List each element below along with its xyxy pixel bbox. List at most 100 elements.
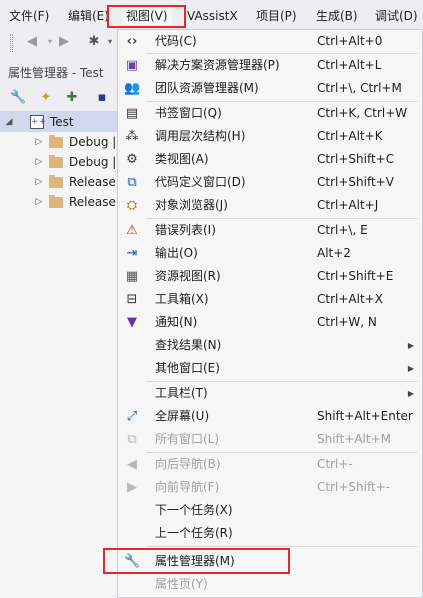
menu-item-code-definition[interactable]: ⧉ 代码定义窗口(D) Ctrl+Shift+V — [118, 171, 422, 194]
all-windows-icon: ⧉ — [127, 432, 137, 447]
menu-item-label: 查找结果(N) — [155, 338, 222, 352]
menu-item-toolbars[interactable]: 工具栏(T) ▶ — [118, 382, 422, 405]
menu-item-label: 下一个任务(X) — [155, 503, 233, 517]
menu-item-all-windows[interactable]: ⧉ 所有窗口(L) Shift+Alt+M — [118, 428, 422, 451]
menu-view[interactable]: 视图(V) — [122, 7, 172, 25]
menu-item-previous-task[interactable]: 上一个任务(R) — [118, 522, 422, 545]
menu-item-output[interactable]: ⇥ 输出(O) Alt+2 — [118, 242, 422, 265]
menu-item-shortcut: Ctrl+Alt+J — [317, 198, 379, 212]
menu-item-other-windows[interactable]: 其他窗口(E) ▶ — [118, 357, 422, 380]
submenu-arrow-icon: ▶ — [407, 341, 414, 350]
menu-item-label: 属性页(Y) — [155, 577, 208, 591]
menu-item-label: 全屏幕(U) — [155, 409, 210, 423]
menu-item-navigate-backward[interactable]: ◀ 向后导航(B) Ctrl+- — [118, 453, 422, 476]
folder-icon — [49, 195, 63, 208]
toolbox-icon: ⊟ — [126, 292, 138, 307]
menu-item-label: 属性管理器(M) — [155, 554, 235, 568]
menu-item-full-screen[interactable]: ⤢ 全屏幕(U) Shift+Alt+Enter — [118, 405, 422, 428]
tree-item-release-2[interactable]: ▷ Release — [0, 192, 120, 212]
menu-item-resource-view[interactable]: ▦ 资源视图(R) Ctrl+Shift+E — [118, 265, 422, 288]
menu-item-shortcut: Ctrl+Alt+X — [317, 292, 383, 306]
tree-item-label: Debug | — [69, 155, 117, 169]
menu-project[interactable]: 项目(P) — [256, 7, 297, 25]
menu-item-label: 团队资源管理器(M) — [155, 81, 259, 95]
menu-file[interactable]: 文件(F) — [9, 7, 49, 25]
tree-item-debug-1[interactable]: ▷ Debug | — [0, 132, 120, 152]
menu-item-class-view[interactable]: ⚙ 类视图(A) Ctrl+Shift+C — [118, 148, 422, 171]
menu-item-shortcut: Ctrl+Shift+- — [317, 480, 391, 494]
expand-icon[interactable]: ▷ — [34, 172, 44, 192]
menu-item-call-hierarchy[interactable]: ⁂ 调用层次结构(H) Ctrl+Alt+K — [118, 125, 422, 148]
menu-item-shortcut: Ctrl+K, Ctrl+W — [317, 106, 408, 120]
solution-explorer-icon: ▣ — [125, 58, 139, 73]
menu-item-shortcut: Ctrl+\, E — [317, 223, 368, 237]
save-icon[interactable]: ▪ — [94, 90, 110, 106]
menu-vassistx[interactable]: VAssistX — [187, 7, 238, 25]
expand-icon[interactable]: ▷ — [34, 152, 44, 172]
menu-item-shortcut: Alt+2 — [317, 246, 351, 260]
menu-item-property-pages[interactable]: 属性页(Y) — [118, 573, 422, 596]
menu-build[interactable]: 生成(B) — [316, 7, 358, 25]
menu-item-shortcut: Ctrl+Shift+E — [317, 269, 394, 283]
menu-debug[interactable]: 调试(D) — [375, 7, 418, 25]
tree-item-release-1[interactable]: ▷ Release — [0, 172, 120, 192]
code-brackets-icon: ‹› — [126, 34, 138, 49]
wrench-icon[interactable]: 🔧 — [10, 90, 26, 106]
menu-item-label: 输出(O) — [155, 246, 198, 260]
add-existing-property-sheet-icon[interactable]: ✚ — [64, 90, 80, 106]
navigate-forward-icon: ▶ — [127, 480, 137, 495]
tree-item-label: Release — [69, 175, 116, 189]
menu-item-code[interactable]: ‹› 代码(C) Ctrl+Alt+0 — [118, 30, 422, 53]
menu-bar: 文件(F) 编辑(E) 视图(V) VAssistX 项目(P) 生成(B) 调… — [0, 0, 423, 30]
back-icon[interactable]: ◀ — [24, 34, 40, 50]
expand-icon[interactable]: ▷ — [34, 192, 44, 212]
tree-item-label: Release — [69, 195, 116, 209]
toolbar-grip[interactable] — [10, 34, 13, 52]
menu-item-error-list[interactable]: ⚠ 错误列表(I) Ctrl+\, E — [118, 219, 422, 242]
menu-item-label: 书签窗口(Q) — [155, 106, 222, 120]
panel-title[interactable]: 属性管理器 - Test — [0, 62, 120, 84]
project-icon: ++ — [30, 115, 47, 129]
menu-item-notifications[interactable]: ▼ 通知(N) Ctrl+W, N — [118, 311, 422, 334]
view-menu-dropdown: ‹› 代码(C) Ctrl+Alt+0 ▣ 解决方案资源管理器(P) Ctrl+… — [117, 29, 423, 598]
menu-item-solution-explorer[interactable]: ▣ 解决方案资源管理器(P) Ctrl+Alt+L — [118, 54, 422, 77]
menu-item-label: 工具栏(T) — [155, 386, 208, 400]
menu-item-object-browser[interactable]: ⛭ 对象浏览器(J) Ctrl+Alt+J — [118, 194, 422, 217]
folder-icon — [49, 135, 63, 148]
new-item-dropdown-icon[interactable]: ▾ — [102, 34, 118, 50]
menu-item-navigate-forward[interactable]: ▶ 向前导航(F) Ctrl+Shift+- — [118, 476, 422, 499]
menu-item-bookmark-window[interactable]: ▤ 书签窗口(Q) Ctrl+K, Ctrl+W — [118, 102, 422, 125]
folder-icon — [49, 175, 63, 188]
error-list-icon: ⚠ — [126, 223, 138, 238]
menu-item-label: 所有窗口(L) — [155, 432, 220, 446]
menu-item-next-task[interactable]: 下一个任务(X) — [118, 499, 422, 522]
menu-edit[interactable]: 编辑(E) — [68, 7, 109, 25]
object-browser-icon: ⛭ — [126, 198, 138, 213]
menu-item-team-explorer[interactable]: 👥 团队资源管理器(M) Ctrl+\, Ctrl+M — [118, 77, 422, 100]
resource-view-icon: ▦ — [125, 269, 139, 284]
new-item-icon[interactable]: ✱ — [86, 34, 102, 50]
menu-item-label: 上一个任务(R) — [155, 526, 233, 540]
collapse-icon[interactable]: ◢ — [4, 112, 14, 132]
forward-icon[interactable]: ▶ — [56, 34, 72, 50]
expand-icon[interactable]: ▷ — [34, 132, 44, 152]
submenu-arrow-icon: ▶ — [407, 389, 414, 398]
navigate-back-icon: ◀ — [127, 457, 137, 472]
add-new-property-sheet-icon[interactable]: ✦ — [38, 90, 54, 106]
tree-item-test[interactable]: ◢ ++ Test — [0, 112, 120, 132]
menu-item-shortcut: Ctrl+Shift+V — [317, 175, 394, 189]
menu-item-toolbox[interactable]: ⊟ 工具箱(X) Ctrl+Alt+X — [118, 288, 422, 311]
menu-item-shortcut: Ctrl+Alt+0 — [317, 34, 383, 48]
menu-item-shortcut: Ctrl+Shift+C — [317, 152, 395, 166]
menu-item-label: 解决方案资源管理器(P) — [155, 58, 280, 72]
menu-item-label: 向后导航(B) — [155, 457, 221, 471]
menu-item-shortcut: Ctrl+W, N — [317, 315, 377, 329]
menu-item-label: 工具箱(X) — [155, 292, 209, 306]
menu-item-find-results[interactable]: 查找结果(N) ▶ — [118, 334, 422, 357]
menu-item-label: 错误列表(I) — [155, 223, 216, 237]
team-explorer-icon: 👥 — [124, 81, 141, 96]
property-manager-panel: 属性管理器 - Test 🔧 ✦ ✚ ▪ ◢ ++ Test ▷ Debug |… — [0, 62, 120, 598]
fullscreen-icon: ⤢ — [126, 409, 138, 424]
menu-item-property-manager[interactable]: 🔧 属性管理器(M) — [118, 550, 422, 573]
tree-item-debug-2[interactable]: ▷ Debug | — [0, 152, 120, 172]
